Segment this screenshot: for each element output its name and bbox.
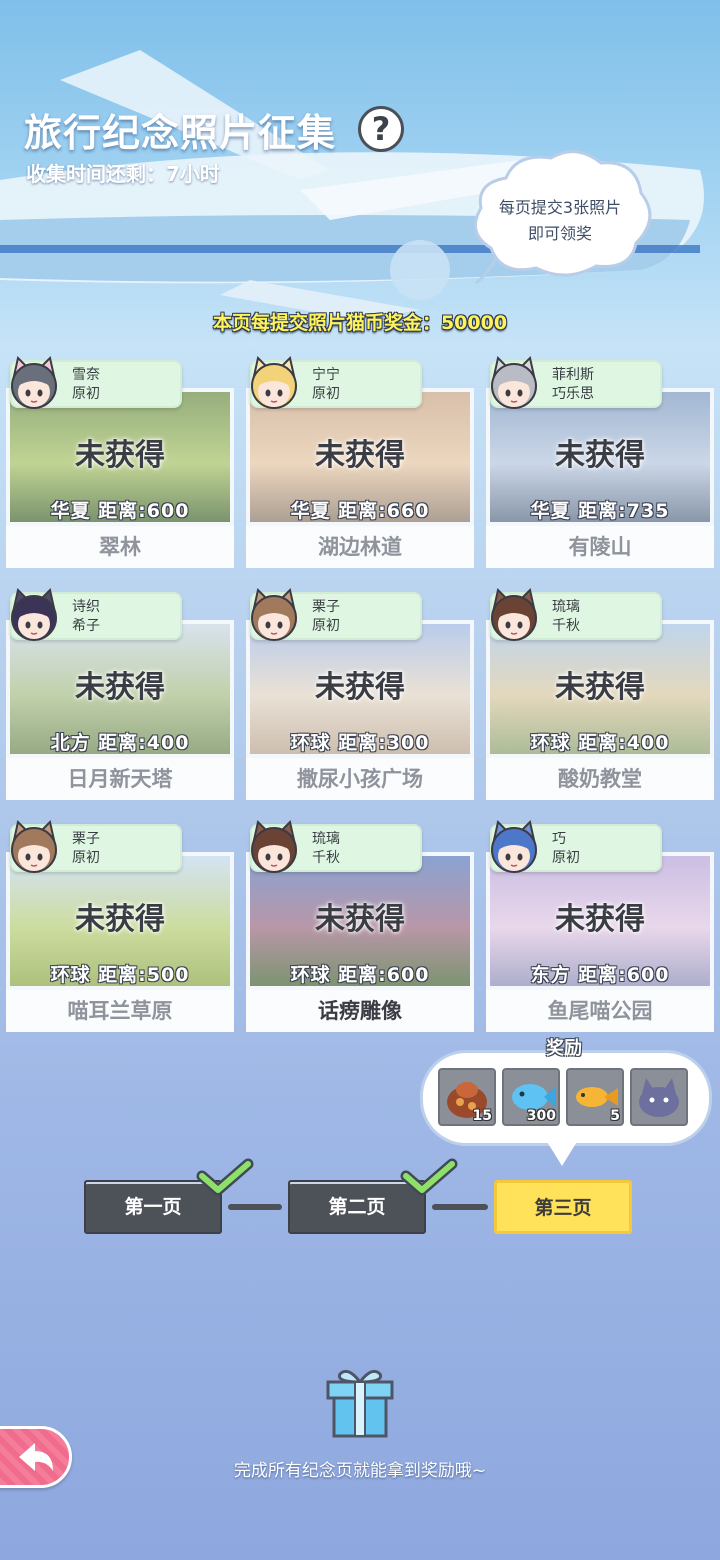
help-button[interactable]: ? <box>358 106 404 152</box>
photo-bonus-text: 本页每提交照片猫币奖金：50000 <box>212 312 508 334</box>
location-name: 湖边林道 <box>246 526 474 568</box>
event-title: 旅行纪念照片征集 <box>24 111 337 155</box>
remaining-time: 收集时间还剩：7小时 <box>26 162 220 186</box>
unobtained-label: 未获得 <box>555 438 645 473</box>
companion-name: 宁宁 <box>312 367 340 383</box>
distance-label: 北方 距离:400 <box>50 732 190 754</box>
unobtained-label: 未获得 <box>75 670 165 705</box>
unobtained-label: 未获得 <box>555 902 645 937</box>
page-connector <box>228 1204 282 1210</box>
companion-name: 栗子 <box>312 599 340 615</box>
companion-name: 雪奈 <box>72 367 100 383</box>
companion-origin: 原初 <box>312 618 340 634</box>
page-button-3[interactable]: 第三页 <box>494 1180 632 1234</box>
companion-origin: 千秋 <box>552 618 580 634</box>
location-name: 喵耳兰草原 <box>6 990 234 1032</box>
photo-card[interactable]: 未获得 华夏 距离:660 湖边林道 宁宁 原初 <box>246 356 474 570</box>
reward-bubble-tail <box>546 1140 578 1166</box>
reward-item-cat-plush[interactable] <box>630 1068 688 1126</box>
cat-girl-avatar <box>491 820 537 873</box>
photo-card[interactable]: 未获得 环球 距离:600 话痨雕像 琉璃 千秋 <box>246 820 474 1034</box>
distance-label: 环球 距离:600 <box>290 964 430 986</box>
companion-name: 诗织 <box>72 599 100 615</box>
unobtained-label: 未获得 <box>315 670 405 705</box>
photo-card[interactable]: 未获得 环球 距离:500 喵耳兰草原 栗子 原初 <box>6 820 234 1034</box>
photo-card[interactable]: 未获得 华夏 距离:735 有陵山 菲利斯 巧乐思 <box>486 356 714 570</box>
companion-origin: 原初 <box>72 386 100 402</box>
location-name: 话痨雕像 <box>246 990 474 1032</box>
cat-girl-avatar <box>251 356 297 409</box>
distance-label: 环球 距离:500 <box>50 964 190 986</box>
reward-item-blue-fish[interactable]: 300 <box>502 1068 560 1126</box>
distance-label: 东方 距离:600 <box>530 964 670 986</box>
distance-label: 华夏 距离:600 <box>50 500 190 522</box>
companion-origin: 希子 <box>72 618 100 634</box>
reward-count: 300 <box>526 1108 556 1124</box>
companion-names: 琉璃 千秋 <box>312 830 340 868</box>
companion-names: 诗织 希子 <box>72 598 100 636</box>
location-name: 酸奶教堂 <box>486 758 714 800</box>
cat-girl-avatar <box>251 820 297 873</box>
distance-label: 华夏 距离:660 <box>290 500 430 522</box>
location-name: 鱼尾喵公园 <box>486 990 714 1032</box>
companion-origin: 原初 <box>72 850 100 866</box>
companion-name: 巧 <box>552 831 566 847</box>
companion-names: 菲利斯 巧乐思 <box>552 366 594 404</box>
companion-names: 雪奈 原初 <box>72 366 100 404</box>
cat-girl-avatar <box>11 356 57 409</box>
unobtained-label: 未获得 <box>315 902 405 937</box>
companion-name: 菲利斯 <box>552 367 594 383</box>
tip-line-2: 即可领奖 <box>527 224 592 243</box>
companion-origin: 原初 <box>312 386 340 402</box>
distance-label: 环球 距离:300 <box>290 732 430 754</box>
companion-names: 巧 原初 <box>552 830 580 868</box>
reward-item-gift-bag[interactable]: 15 <box>438 1068 496 1126</box>
distance-label: 华夏 距离:735 <box>530 500 670 522</box>
photo-card[interactable]: 未获得 华夏 距离:600 翠林 雪奈 原初 <box>6 356 234 570</box>
companion-origin: 巧乐思 <box>552 386 594 402</box>
location-name: 日月新天塔 <box>6 758 234 800</box>
tip-text: 每页提交3张照片 即可领奖 <box>470 195 650 247</box>
checkmark-icon <box>196 1158 254 1196</box>
companion-origin: 千秋 <box>312 850 340 866</box>
reward-title: 奖励 <box>546 1038 582 1059</box>
cat-girl-avatar <box>491 356 537 409</box>
page-connector <box>432 1204 488 1210</box>
gift-box-icon[interactable] <box>322 1364 398 1440</box>
unobtained-label: 未获得 <box>555 670 645 705</box>
companion-names: 栗子 原初 <box>312 598 340 636</box>
cat-girl-avatar <box>11 820 57 873</box>
unobtained-label: 未获得 <box>75 438 165 473</box>
cat-girl-avatar <box>251 588 297 641</box>
photo-card[interactable]: 未获得 环球 距离:300 撒尿小孩广场 栗子 原初 <box>246 588 474 802</box>
companion-names: 琉璃 千秋 <box>552 598 580 636</box>
companion-name: 琉璃 <box>552 599 580 615</box>
back-button[interactable] <box>0 1426 72 1488</box>
unobtained-label: 未获得 <box>315 438 405 473</box>
companion-names: 栗子 原初 <box>72 830 100 868</box>
cat-girl-avatar <box>11 588 57 641</box>
distance-label: 环球 距离:400 <box>530 732 670 754</box>
checkmark-icon <box>400 1158 458 1196</box>
back-arrow-icon <box>19 1443 53 1471</box>
reward-count: 5 <box>610 1108 620 1124</box>
companion-names: 宁宁 原初 <box>312 366 340 404</box>
location-name: 撒尿小孩广场 <box>246 758 474 800</box>
unobtained-label: 未获得 <box>75 902 165 937</box>
companion-name: 琉璃 <box>312 831 340 847</box>
photo-card[interactable]: 未获得 北方 距离:400 日月新天塔 诗织 希子 <box>6 588 234 802</box>
location-name: 有陵山 <box>486 526 714 568</box>
footer-hint: 完成所有纪念页就能拿到奖励哦~ <box>233 1461 487 1481</box>
reward-item-golden-fish[interactable]: 5 <box>566 1068 624 1126</box>
cat-plush-icon <box>639 1078 679 1117</box>
location-name: 翠林 <box>6 526 234 568</box>
photo-card[interactable]: 未获得 环球 距离:400 酸奶教堂 琉璃 千秋 <box>486 588 714 802</box>
cat-girl-avatar <box>491 588 537 641</box>
reward-count: 15 <box>472 1108 492 1124</box>
companion-name: 栗子 <box>72 831 100 847</box>
companion-origin: 原初 <box>552 850 580 866</box>
tip-line-1: 每页提交3张照片 <box>498 198 622 217</box>
photo-card[interactable]: 未获得 东方 距离:600 鱼尾喵公园 巧 原初 <box>486 820 714 1034</box>
